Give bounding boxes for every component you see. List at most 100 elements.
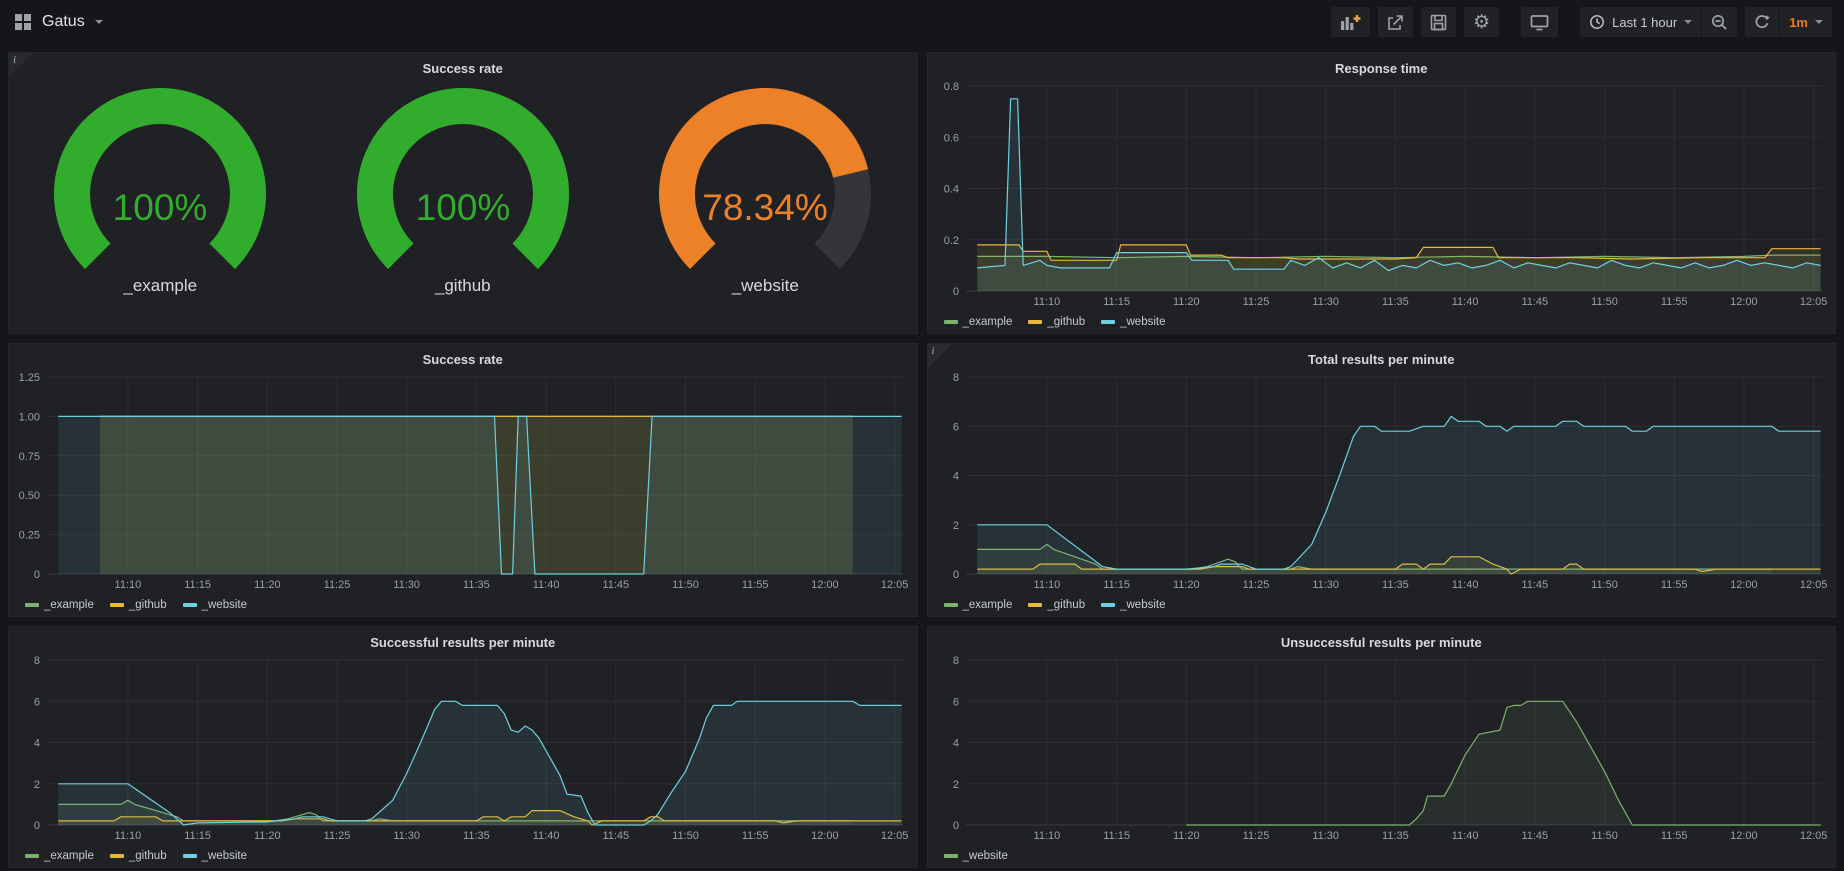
svg-text:0: 0 (34, 820, 40, 832)
svg-text:12:00: 12:00 (811, 830, 839, 842)
svg-text:12:05: 12:05 (1799, 296, 1827, 308)
svg-text:0: 0 (952, 569, 958, 581)
panel-title[interactable]: Success rate (9, 53, 917, 78)
legend-item[interactable]: _website (1101, 599, 1165, 611)
save-button[interactable] (1421, 7, 1456, 37)
svg-text:1.00: 1.00 (19, 411, 40, 423)
svg-text:11:50: 11:50 (1591, 296, 1618, 308)
svg-text:0.4: 0.4 (943, 184, 958, 196)
svg-text:6: 6 (952, 421, 958, 433)
legend-item[interactable]: _github (1028, 599, 1085, 611)
svg-text:11:40: 11:40 (533, 579, 560, 591)
panel-response-time: Response time 11:1011:1511:2011:2511:301… (927, 52, 1837, 334)
panel-title[interactable]: Success rate (9, 344, 917, 369)
gauge-value: 100% (415, 187, 510, 228)
svg-text:11:25: 11:25 (1242, 579, 1269, 591)
panel-unsuccessful-results: Unsuccessful results per minute 11:10 11:… (927, 626, 1837, 868)
legend-item[interactable]: _example (25, 850, 94, 862)
tv-icon (1530, 14, 1549, 31)
time-range-picker[interactable]: Last 1 hour (1580, 7, 1701, 37)
legend-item[interactable]: _github (110, 850, 167, 862)
chart-legend: _example _github _website (928, 594, 1836, 616)
panel-title[interactable]: Response time (928, 53, 1836, 78)
legend-item[interactable]: _website (944, 850, 1008, 862)
gauge-arc: 78.34% (647, 82, 883, 276)
legend-item[interactable]: _example (25, 599, 94, 611)
success-rate-chart[interactable]: 11:1011:1511:2011:2511:3011:3511:4011:45… (9, 369, 917, 594)
svg-text:12:05: 12:05 (1799, 830, 1827, 842)
response-time-chart[interactable]: 11:1011:1511:2011:2511:3011:3511:4011:45… (928, 78, 1836, 311)
series-color-dash (1101, 320, 1115, 324)
chart-canvas[interactable]: 11:1011:1511:2011:2511:3011:3511:4011:45… (928, 78, 1836, 311)
tv-mode-button[interactable] (1521, 7, 1558, 37)
chevron-down-icon[interactable] (95, 20, 103, 24)
svg-text:11:40: 11:40 (1451, 830, 1478, 842)
svg-text:11:45: 11:45 (1521, 296, 1548, 308)
svg-text:0.75: 0.75 (19, 451, 40, 463)
svg-text:8: 8 (952, 372, 958, 384)
dashboard-grid-icon[interactable] (14, 13, 32, 31)
time-range-label: Last 1 hour (1612, 15, 1677, 30)
svg-text:4: 4 (952, 471, 958, 483)
successful-results-chart[interactable]: 11:1011:1511:2011:2511:3011:3511:4011:45… (9, 652, 917, 845)
legend-item[interactable]: _website (1101, 316, 1165, 328)
total-results-chart[interactable]: 11:1011:1511:2011:2511:3011:3511:4011:45… (928, 369, 1836, 594)
zoom-out-button[interactable] (1701, 7, 1737, 37)
svg-text:11:10: 11:10 (115, 579, 142, 591)
add-panel-button[interactable] (1331, 7, 1370, 37)
panel-title[interactable]: Successful results per minute (9, 627, 917, 652)
panel-info-corner[interactable]: i (928, 344, 952, 368)
legend-item[interactable]: _github (110, 599, 167, 611)
chart-canvas[interactable]: 11:1011:1511:2011:2511:3011:3511:4011:45… (9, 369, 917, 594)
refresh-button[interactable] (1745, 7, 1779, 37)
series-color-dash (25, 854, 39, 858)
gauge-value: 100% (113, 187, 208, 228)
svg-text:11:30: 11:30 (1312, 579, 1339, 591)
svg-text:11:40: 11:40 (1451, 579, 1478, 591)
gauge: 78.34% _website (647, 82, 883, 296)
panel-title[interactable]: Unsuccessful results per minute (928, 627, 1836, 652)
svg-text:11:15: 11:15 (1103, 830, 1130, 842)
svg-text:0.50: 0.50 (19, 490, 40, 502)
add-panel-icon (1340, 14, 1361, 31)
svg-text:4: 4 (34, 738, 40, 750)
settings-button[interactable]: ⚙ (1464, 7, 1499, 37)
chart-legend: _website (928, 845, 1836, 867)
panel-title[interactable]: Total results per minute (928, 344, 1836, 369)
legend-item[interactable]: _example (944, 316, 1013, 328)
gauge: 100% _example (42, 82, 278, 296)
svg-text:11:30: 11:30 (393, 830, 420, 842)
refresh-interval-label: 1m (1789, 15, 1808, 30)
svg-text:11:20: 11:20 (1172, 830, 1199, 842)
svg-text:11:35: 11:35 (1382, 579, 1409, 591)
svg-text:0.2: 0.2 (943, 235, 958, 247)
clock-icon (1589, 14, 1605, 30)
share-icon (1387, 14, 1404, 31)
chart-canvas[interactable]: 11:1011:1511:2011:2511:3011:3511:4011:45… (9, 652, 917, 845)
svg-text:8: 8 (952, 655, 958, 667)
svg-text:11:10: 11:10 (1033, 830, 1060, 842)
gauge-chart[interactable]: 100% _example 100% _github 78.34% _websi… (9, 78, 917, 333)
series-color-dash (183, 603, 197, 607)
svg-text:11:15: 11:15 (1103, 579, 1130, 591)
chart-canvas[interactable]: 11:1011:1511:2011:2511:3011:3511:4011:45… (928, 369, 1836, 594)
chart-canvas[interactable]: 11:1011:1511:2011:2511:3011:3511:4011:45… (928, 652, 1836, 845)
refresh-icon (1754, 14, 1770, 30)
chart-legend: _example _github _website (928, 311, 1836, 333)
gauge-arc: 100% (345, 82, 581, 276)
share-button[interactable] (1378, 7, 1413, 37)
svg-text:8: 8 (34, 655, 40, 667)
gauge-value: 78.34% (703, 187, 829, 228)
series-color-dash (1101, 603, 1115, 607)
dashboard-title[interactable]: Gatus (42, 13, 85, 31)
panel-info-corner[interactable]: i (9, 53, 33, 77)
refresh-interval-picker[interactable]: 1m (1779, 7, 1832, 37)
svg-text:11:15: 11:15 (1103, 296, 1130, 308)
legend-item[interactable]: _github (1028, 316, 1085, 328)
unsuccessful-results-chart[interactable]: 11:1011:1511:2011:2511:3011:3511:4011:45… (928, 652, 1836, 845)
legend-item[interactable]: _website (183, 850, 247, 862)
series-color-dash (944, 603, 958, 607)
legend-item[interactable]: _example (944, 599, 1013, 611)
series-color-dash (944, 320, 958, 324)
legend-item[interactable]: _website (183, 599, 247, 611)
